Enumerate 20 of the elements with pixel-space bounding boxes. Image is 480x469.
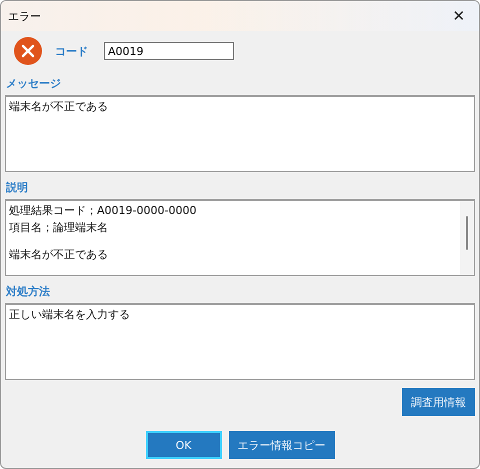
- dialog-button[interactable]: OK: [146, 431, 222, 459]
- text-line: 項目名；論理端末名: [9, 220, 109, 235]
- text-line: 正しい端末名を入力する: [9, 307, 131, 322]
- code-label: コード: [55, 44, 88, 58]
- dialog-button[interactable]: エラー情報コピー: [228, 431, 334, 459]
- error-icon: [13, 36, 43, 66]
- code-field[interactable]: A0019: [104, 42, 234, 60]
- text-line: 端末名が不正である: [9, 99, 109, 114]
- text-area[interactable]: 正しい端末名を入力する: [5, 303, 475, 380]
- section-label: メッセージ: [6, 76, 62, 91]
- scrollbar[interactable]: [460, 201, 474, 275]
- section-label: 対処方法: [6, 284, 51, 299]
- window-title: エラー: [8, 8, 41, 24]
- section-label: 説明: [6, 180, 29, 195]
- text-area[interactable]: 処理結果コード；A0019-0000-0000 項目名；論理端末名 端末名が不正である: [5, 199, 475, 276]
- close-button[interactable]: ✕: [439, 1, 479, 31]
- text-line: 端末名が不正である: [9, 247, 109, 262]
- text-area[interactable]: 端末名が不正である: [5, 95, 475, 172]
- text-line: 処理結果コード；A0019-0000-0000: [9, 203, 198, 218]
- debug-info-button[interactable]: 調査用情報: [402, 388, 475, 416]
